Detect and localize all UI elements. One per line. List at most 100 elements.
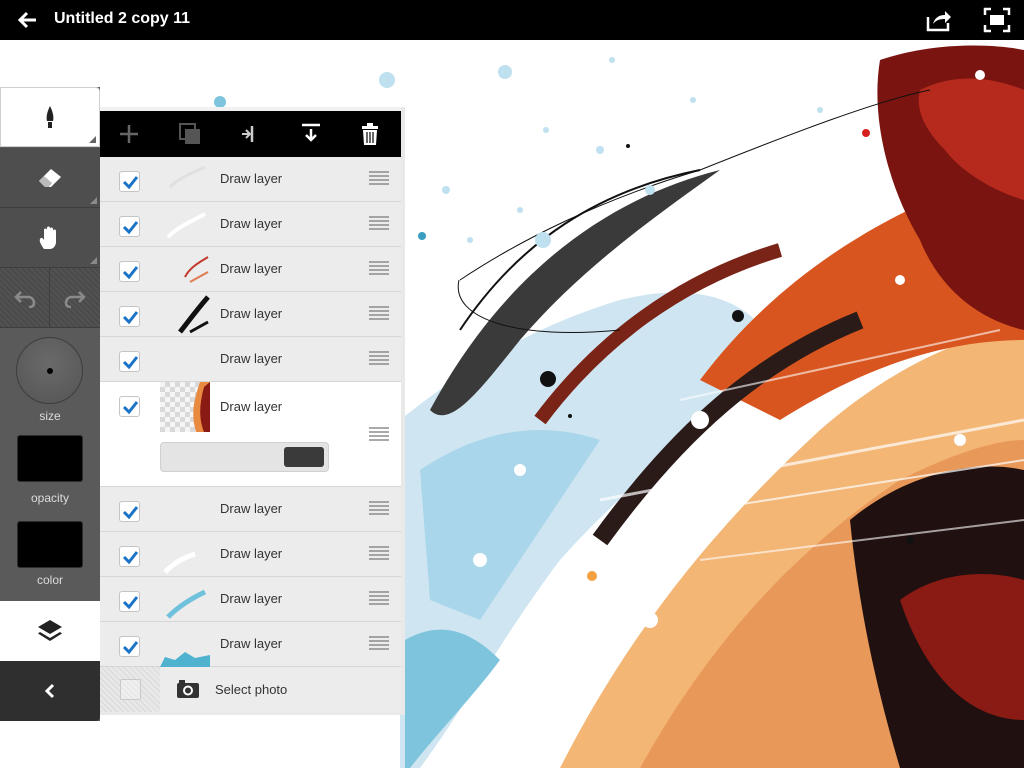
layer-visibility-checkbox[interactable] [119,636,140,657]
drag-handle-icon[interactable] [369,261,389,276]
layer-row[interactable]: Draw layer [100,622,401,667]
checkmark-icon [122,176,139,190]
layer-row[interactable]: Draw layer [100,247,401,292]
camera-icon [177,680,199,698]
layers-button[interactable] [0,601,100,661]
layer-thumbnail [160,532,210,577]
top-bar: Untitled 2 copy 11 [0,0,1024,40]
layer-row[interactable]: Draw layer [100,202,401,247]
checkmark-icon [122,266,139,280]
color-swatch[interactable] [17,521,83,568]
tool-options-indicator [89,136,96,143]
photo-layer-checkbox [120,679,141,700]
layer-visibility-checkbox[interactable] [119,591,140,612]
eraser-tool-button[interactable] [0,148,100,208]
layer-row[interactable]: Draw layer [100,157,401,202]
duplicate-layer-icon[interactable] [178,122,202,146]
layer-name: Draw layer [220,546,283,561]
layer-name: Draw layer [220,501,283,516]
merge-down-icon[interactable] [299,122,323,146]
redo-button[interactable] [50,268,100,328]
collapse-panel-button[interactable] [0,661,100,721]
fullscreen-icon[interactable] [983,7,1011,33]
checkmark-icon [122,311,139,325]
layer-visibility-checkbox[interactable] [119,261,140,282]
undo-icon [14,291,36,308]
checkmark-icon [122,506,139,520]
layer-name: Draw layer [220,216,283,231]
layer-row[interactable]: Draw layer [100,577,401,622]
opacity-swatch[interactable] [17,435,83,482]
layer-row[interactable]: Draw layer [100,337,401,382]
slider-knob[interactable] [284,447,324,467]
drag-handle-icon[interactable] [369,216,389,231]
layer-name: Draw layer [220,261,283,276]
brush-size-dial[interactable] [16,337,83,404]
drag-handle-icon[interactable] [369,306,389,321]
layer-thumbnail [160,577,210,622]
layer-thumbnail [160,622,210,667]
layer-opacity-slider[interactable] [160,442,329,472]
layer-thumbnail [160,202,210,247]
arrow-left-icon[interactable] [14,8,40,32]
layer-row[interactable]: Draw layer [100,532,401,577]
brush-size-preview [47,368,53,374]
layer-visibility-checkbox[interactable] [119,171,140,192]
opacity-label: opacity [30,491,70,505]
checkmark-icon [122,551,139,565]
document-title: Untitled 2 copy 11 [54,10,191,27]
delete-layer-icon[interactable] [358,122,382,146]
drag-handle-icon[interactable] [369,546,389,561]
drag-handle-icon[interactable] [369,427,389,442]
share-icon[interactable] [925,7,953,33]
layer-thumbnail [160,247,210,292]
hand-tool-button[interactable] [0,208,100,268]
layer-row-selected[interactable]: Draw layer [100,382,401,487]
layer-thumbnail [160,337,210,382]
drag-handle-icon[interactable] [369,501,389,516]
history-controls [0,268,100,328]
drag-handle-icon[interactable] [369,351,389,366]
size-label: size [39,409,61,423]
select-photo-row[interactable]: Select photo [100,667,401,712]
layer-row[interactable]: Draw layer [100,487,401,532]
tool-palette: size opacity color [0,87,100,721]
brush-tool-button[interactable] [0,87,100,147]
layer-thumbnail [160,487,210,532]
layer-visibility-checkbox[interactable] [119,306,140,327]
layer-visibility-checkbox[interactable] [119,351,140,372]
layer-thumbnail [160,292,210,337]
brush-icon [46,106,54,128]
layer-name: Draw layer [220,171,283,186]
chevron-left-icon [44,683,55,699]
tool-options-indicator [90,197,97,204]
tool-options-indicator [90,257,97,264]
layers-icon [38,620,62,641]
layer-name: Draw layer [220,591,283,606]
drag-handle-icon[interactable] [369,591,389,606]
drag-handle-icon[interactable] [369,171,389,186]
add-layer-icon[interactable] [117,122,141,146]
undo-button[interactable] [0,268,50,328]
layer-thumbnail [160,382,210,432]
drag-handle-icon[interactable] [369,636,389,651]
layer-visibility-checkbox[interactable] [119,546,140,567]
layer-visibility-checkbox[interactable] [119,216,140,237]
layers-panel: Draw layer Draw layer Draw layer Draw la… [100,107,405,715]
layers-toolbar [100,111,401,157]
eraser-icon [39,168,61,187]
layer-list: Draw layer Draw layer Draw layer Draw la… [100,157,401,712]
checkmark-icon [122,596,139,610]
layer-name: Draw layer [220,351,283,366]
layer-row[interactable]: Draw layer [100,292,401,337]
layer-thumbnail [160,157,210,202]
merge-layer-icon[interactable] [239,122,263,146]
layer-visibility-checkbox[interactable] [119,501,140,522]
checkmark-icon [122,641,139,655]
layer-visibility-checkbox[interactable] [119,396,140,417]
checkmark-icon [122,221,139,235]
select-photo-label: Select photo [215,682,288,697]
checkmark-icon [122,356,139,370]
layer-name: Draw layer [220,306,283,321]
redo-icon [64,291,86,308]
